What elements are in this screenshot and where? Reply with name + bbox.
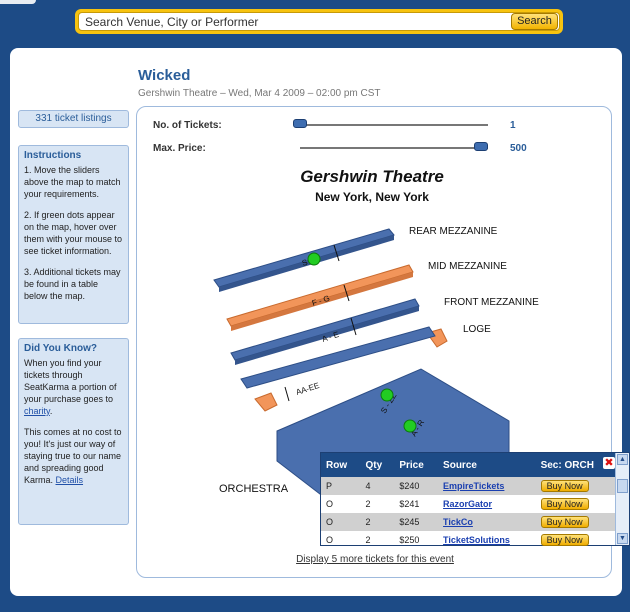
- cell-buy: Buy Now: [535, 513, 616, 531]
- cell-row: O: [326, 499, 334, 509]
- did-you-know-text: This comes at no cost to you! It's just …: [24, 426, 123, 486]
- tickets-value: 1: [510, 120, 516, 131]
- section-label-orchestra: ORCHESTRA: [219, 483, 289, 495]
- source-link[interactable]: EmpireTickets: [438, 477, 536, 495]
- did-you-know-text-part: When you find your tickets through SeatK…: [24, 358, 117, 404]
- search-button[interactable]: Search: [511, 13, 558, 30]
- ticket-dot[interactable]: [380, 388, 394, 402]
- table-row: O 2 $241 RazorGator Buy Now: [321, 495, 616, 513]
- charity-link[interactable]: charity: [24, 406, 50, 416]
- scroll-down-icon[interactable]: ▼: [617, 533, 628, 544]
- row-arrow: [284, 386, 290, 402]
- cell-price: $245: [394, 513, 439, 531]
- section-front-mezzanine[interactable]: [230, 298, 420, 361]
- instruction-step: 1. Move the sliders above the map to mat…: [24, 165, 121, 199]
- instructions-box: Instructions 1. Move the sliders above t…: [18, 145, 129, 324]
- cell-row: P: [321, 477, 361, 495]
- buy-now-button[interactable]: Buy Now: [540, 480, 589, 492]
- section-label-front-mezzanine: FRONT MEZZANINE: [444, 297, 539, 308]
- price-slider-label: Max. Price:: [153, 143, 206, 154]
- ticket-listings-count: 331 ticket listings: [18, 110, 129, 128]
- cell-qty: 2: [365, 535, 371, 545]
- price-slider-track[interactable]: [300, 147, 488, 149]
- event-subtitle: Gershwin Theatre – Wed, Mar 4 2009 – 02:…: [138, 88, 381, 99]
- scrollbar-thumb[interactable]: [617, 479, 628, 493]
- did-you-know-text-part: .: [49, 406, 53, 416]
- column-header: Row: [321, 453, 361, 477]
- ticket-popup: Row Qty Price Source Sec: ORCH P 4 $240 …: [320, 452, 630, 546]
- cell-buy: Buy Now: [536, 531, 616, 549]
- instruction-step: 2. If green dots appear on the map, hove…: [24, 210, 123, 256]
- row-label-aa-ee: AA-EE: [295, 381, 321, 397]
- did-you-know-box: Did You Know? When you find your tickets…: [18, 338, 129, 525]
- instructions-heading: Instructions: [24, 150, 82, 161]
- cell-price: $240: [394, 477, 439, 495]
- price-slider-thumb[interactable]: [474, 142, 488, 151]
- buy-now-button[interactable]: Buy Now: [540, 498, 589, 510]
- search-input[interactable]: Search Venue, City or Performer: [78, 12, 560, 31]
- source-link[interactable]: TicketSolutions: [438, 531, 536, 549]
- search-bar: Search Venue, City or Performer Search: [75, 9, 563, 34]
- instruction-step: 3. Additional tickets may be found in a …: [24, 267, 121, 301]
- cell-qty: 2: [365, 499, 371, 509]
- popup-scrollbar[interactable]: ▲ ▼: [615, 453, 629, 545]
- cell-row: O: [321, 513, 361, 531]
- price-value: 500: [510, 143, 527, 154]
- cell-buy: Buy Now: [535, 477, 616, 495]
- table-row: O 2 $245 TickCo Buy Now: [321, 513, 616, 531]
- table-row: P 4 $240 EmpireTickets Buy Now: [321, 477, 616, 495]
- table-row: O 2 $250 TicketSolutions Buy Now: [321, 531, 616, 549]
- section-aa-ee[interactable]: [254, 392, 278, 412]
- ticket-table: Row Qty Price Source Sec: ORCH P 4 $240 …: [321, 453, 616, 549]
- buy-now-button[interactable]: Buy Now: [540, 516, 589, 528]
- column-header: Qty: [360, 453, 395, 477]
- cell-buy: Buy Now: [536, 495, 616, 513]
- more-tickets-link[interactable]: Display 5 more tickets for this event: [137, 554, 613, 565]
- ticket-dot[interactable]: [307, 252, 321, 266]
- section-label-loge: LOGE: [463, 324, 491, 335]
- event-title: Wicked: [138, 67, 191, 84]
- cell-row: O: [326, 535, 334, 545]
- buy-now-button[interactable]: Buy Now: [540, 534, 589, 546]
- source-link[interactable]: RazorGator: [438, 495, 536, 513]
- source-link[interactable]: TickCo: [438, 513, 536, 531]
- column-header: Source: [438, 453, 536, 477]
- tickets-slider-thumb[interactable]: [293, 119, 307, 128]
- column-header: Price: [394, 453, 439, 477]
- tickets-slider-label: No. of Tickets:: [153, 120, 222, 131]
- did-you-know-heading: Did You Know?: [24, 343, 97, 354]
- details-link[interactable]: Details: [56, 475, 84, 485]
- cell-qty: 4: [360, 477, 395, 495]
- section-label-mid-mezzanine: MID MEZZANINE: [428, 261, 507, 272]
- ticket-table-header: Row Qty Price Source Sec: ORCH: [321, 453, 616, 477]
- ticket-dot[interactable]: [403, 419, 417, 433]
- cell-price: $250: [399, 535, 420, 545]
- logo-fragment: [0, 0, 36, 4]
- tickets-slider-track[interactable]: [300, 124, 488, 126]
- did-you-know-text: When you find your tickets through SeatK…: [24, 357, 123, 417]
- scroll-up-icon[interactable]: ▲: [617, 454, 628, 465]
- section-label-rear-mezzanine: REAR MEZZANINE: [409, 226, 498, 237]
- cell-qty: 2: [360, 513, 395, 531]
- close-icon[interactable]: ✖: [603, 457, 615, 469]
- cell-price: $241: [399, 499, 420, 509]
